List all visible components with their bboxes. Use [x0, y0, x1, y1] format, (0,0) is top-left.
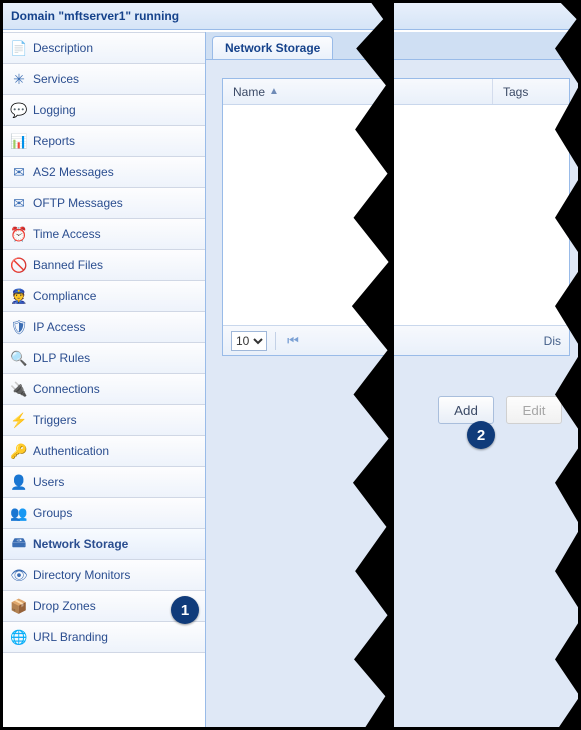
add-button[interactable]: Add — [438, 396, 494, 424]
grid-body-empty — [223, 105, 569, 325]
sidebar-item-label: Description — [33, 41, 93, 55]
action-row: Add Edit — [222, 356, 570, 424]
sidebar-item-connections[interactable]: 🔌 Connections — [3, 373, 205, 405]
grid-footer: 10 ⏮ Dis — [223, 325, 569, 355]
sidebar-item-time-access[interactable]: ⏰ Time Access — [3, 218, 205, 250]
data-grid: Name ▲ Tags 10 ⏮ — [222, 78, 570, 356]
sidebar-item-label: Banned Files — [33, 258, 103, 272]
sidebar-item-triggers[interactable]: ⚡ Triggers — [3, 404, 205, 436]
sidebar-item-users[interactable]: 👤 Users — [3, 466, 205, 498]
callout-1-label: 1 — [181, 602, 189, 619]
sidebar-item-authentication[interactable]: 🔑 Authentication — [3, 435, 205, 467]
sidebar-item-directory-monitors[interactable]: 👁 Directory Monitors — [3, 559, 205, 591]
page-size-select[interactable]: 10 — [231, 331, 267, 351]
as2-messages-icon: ✉ — [11, 164, 27, 180]
sidebar-item-label: Users — [33, 475, 64, 489]
sidebar-item-logging[interactable]: 💬 Logging — [3, 94, 205, 126]
sidebar-item-banned-files[interactable]: 🚫 Banned Files — [3, 249, 205, 281]
app-body: 📄 Description ✳ Services 💬 Logging 📊 Reports ✉ AS… — [3, 32, 578, 727]
sidebar-item-label: Authentication — [33, 444, 109, 458]
page-first-button[interactable]: ⏮ — [284, 332, 302, 350]
dlp-rules-icon: 🔍 — [11, 350, 27, 366]
drop-zones-icon: 📦 — [11, 598, 27, 614]
compliance-icon: 👮 — [11, 288, 27, 304]
oftp-messages-icon: ✉ — [11, 195, 27, 211]
groups-icon: 👥 — [11, 505, 27, 521]
column-header-name[interactable]: Name ▲ — [223, 79, 493, 104]
sidebar-item-label: Connections — [33, 382, 100, 396]
ip-access-icon: 🛡 — [11, 319, 27, 335]
domain-header: Domain "mftserver1" running — [3, 3, 578, 30]
authentication-icon: 🔑 — [11, 443, 27, 459]
column-header-name-label: Name — [233, 85, 265, 99]
sidebar-item-label: Logging — [33, 103, 76, 117]
sidebar-item-label: OFTP Messages — [33, 196, 123, 210]
sidebar-item-reports[interactable]: 📊 Reports — [3, 125, 205, 157]
sidebar-item-label: DLP Rules — [33, 351, 90, 365]
banned-files-icon: 🚫 — [11, 257, 27, 273]
sidebar-item-groups[interactable]: 👥 Groups — [3, 497, 205, 529]
page-first-icon: ⏮ — [287, 333, 299, 349]
sidebar-item-compliance[interactable]: 👮 Compliance — [3, 280, 205, 312]
sidebar-item-label: AS2 Messages — [33, 165, 114, 179]
column-header-tags-label: Tags — [503, 85, 528, 99]
sidebar-item-services[interactable]: ✳ Services — [3, 63, 205, 95]
sidebar-item-label: IP Access — [33, 320, 85, 334]
callout-2: 2 — [467, 421, 495, 449]
directory-monitors-icon: 👁 — [11, 567, 27, 583]
triggers-icon: ⚡ — [11, 412, 27, 428]
sidebar-item-dlp-rules[interactable]: 🔍 DLP Rules — [3, 342, 205, 374]
services-icon: ✳ — [11, 71, 27, 87]
sidebar-item-label: Directory Monitors — [33, 568, 130, 582]
sidebar-item-as2-messages[interactable]: ✉ AS2 Messages — [3, 156, 205, 188]
sidebar-item-label: Reports — [33, 134, 75, 148]
sidebar-item-label: Compliance — [33, 289, 96, 303]
tab-network-storage[interactable]: Network Storage — [212, 36, 333, 59]
callout-1: 1 — [171, 596, 199, 624]
sidebar-item-label: Triggers — [33, 413, 77, 427]
callout-2-label: 2 — [477, 427, 485, 444]
grid-header: Name ▲ Tags — [223, 79, 569, 105]
sidebar-item-label: Services — [33, 72, 79, 86]
url-branding-icon: 🌐 — [11, 629, 27, 645]
grid-status-text: Dis — [544, 334, 561, 348]
tab-label: Network Storage — [225, 41, 320, 55]
edit-button[interactable]: Edit — [506, 396, 562, 424]
sidebar-item-label: Network Storage — [33, 537, 128, 551]
toolbar-separator — [275, 332, 276, 350]
sidebar-item-oftp-messages[interactable]: ✉ OFTP Messages — [3, 187, 205, 219]
sidebar-item-label: Groups — [33, 506, 72, 520]
logging-icon: 💬 — [11, 102, 27, 118]
sidebar-item-label: URL Branding — [33, 630, 108, 644]
sidebar: 📄 Description ✳ Services 💬 Logging 📊 Reports ✉ AS… — [3, 32, 206, 727]
sidebar-item-description[interactable]: 📄 Description — [3, 32, 205, 64]
sidebar-item-network-storage[interactable]: 🖴 Network Storage — [3, 528, 205, 560]
sidebar-item-ip-access[interactable]: 🛡 IP Access — [3, 311, 205, 343]
users-icon: 👤 — [11, 474, 27, 490]
sort-asc-icon: ▲ — [269, 86, 279, 97]
description-icon: 📄 — [11, 40, 27, 56]
reports-icon: 📊 — [11, 133, 27, 149]
domain-title: Domain "mftserver1" running — [11, 9, 179, 23]
app-frame: Domain "mftserver1" running 📄 Description… — [0, 0, 581, 730]
time-access-icon: ⏰ — [11, 226, 27, 242]
column-header-tags[interactable]: Tags — [493, 79, 569, 104]
sidebar-item-label: Time Access — [33, 227, 101, 241]
network-storage-icon: 🖴 — [11, 536, 27, 552]
connections-icon: 🔌 — [11, 381, 27, 397]
sidebar-item-url-branding[interactable]: 🌐 URL Branding — [3, 621, 205, 653]
sidebar-item-label: Drop Zones — [33, 599, 96, 613]
